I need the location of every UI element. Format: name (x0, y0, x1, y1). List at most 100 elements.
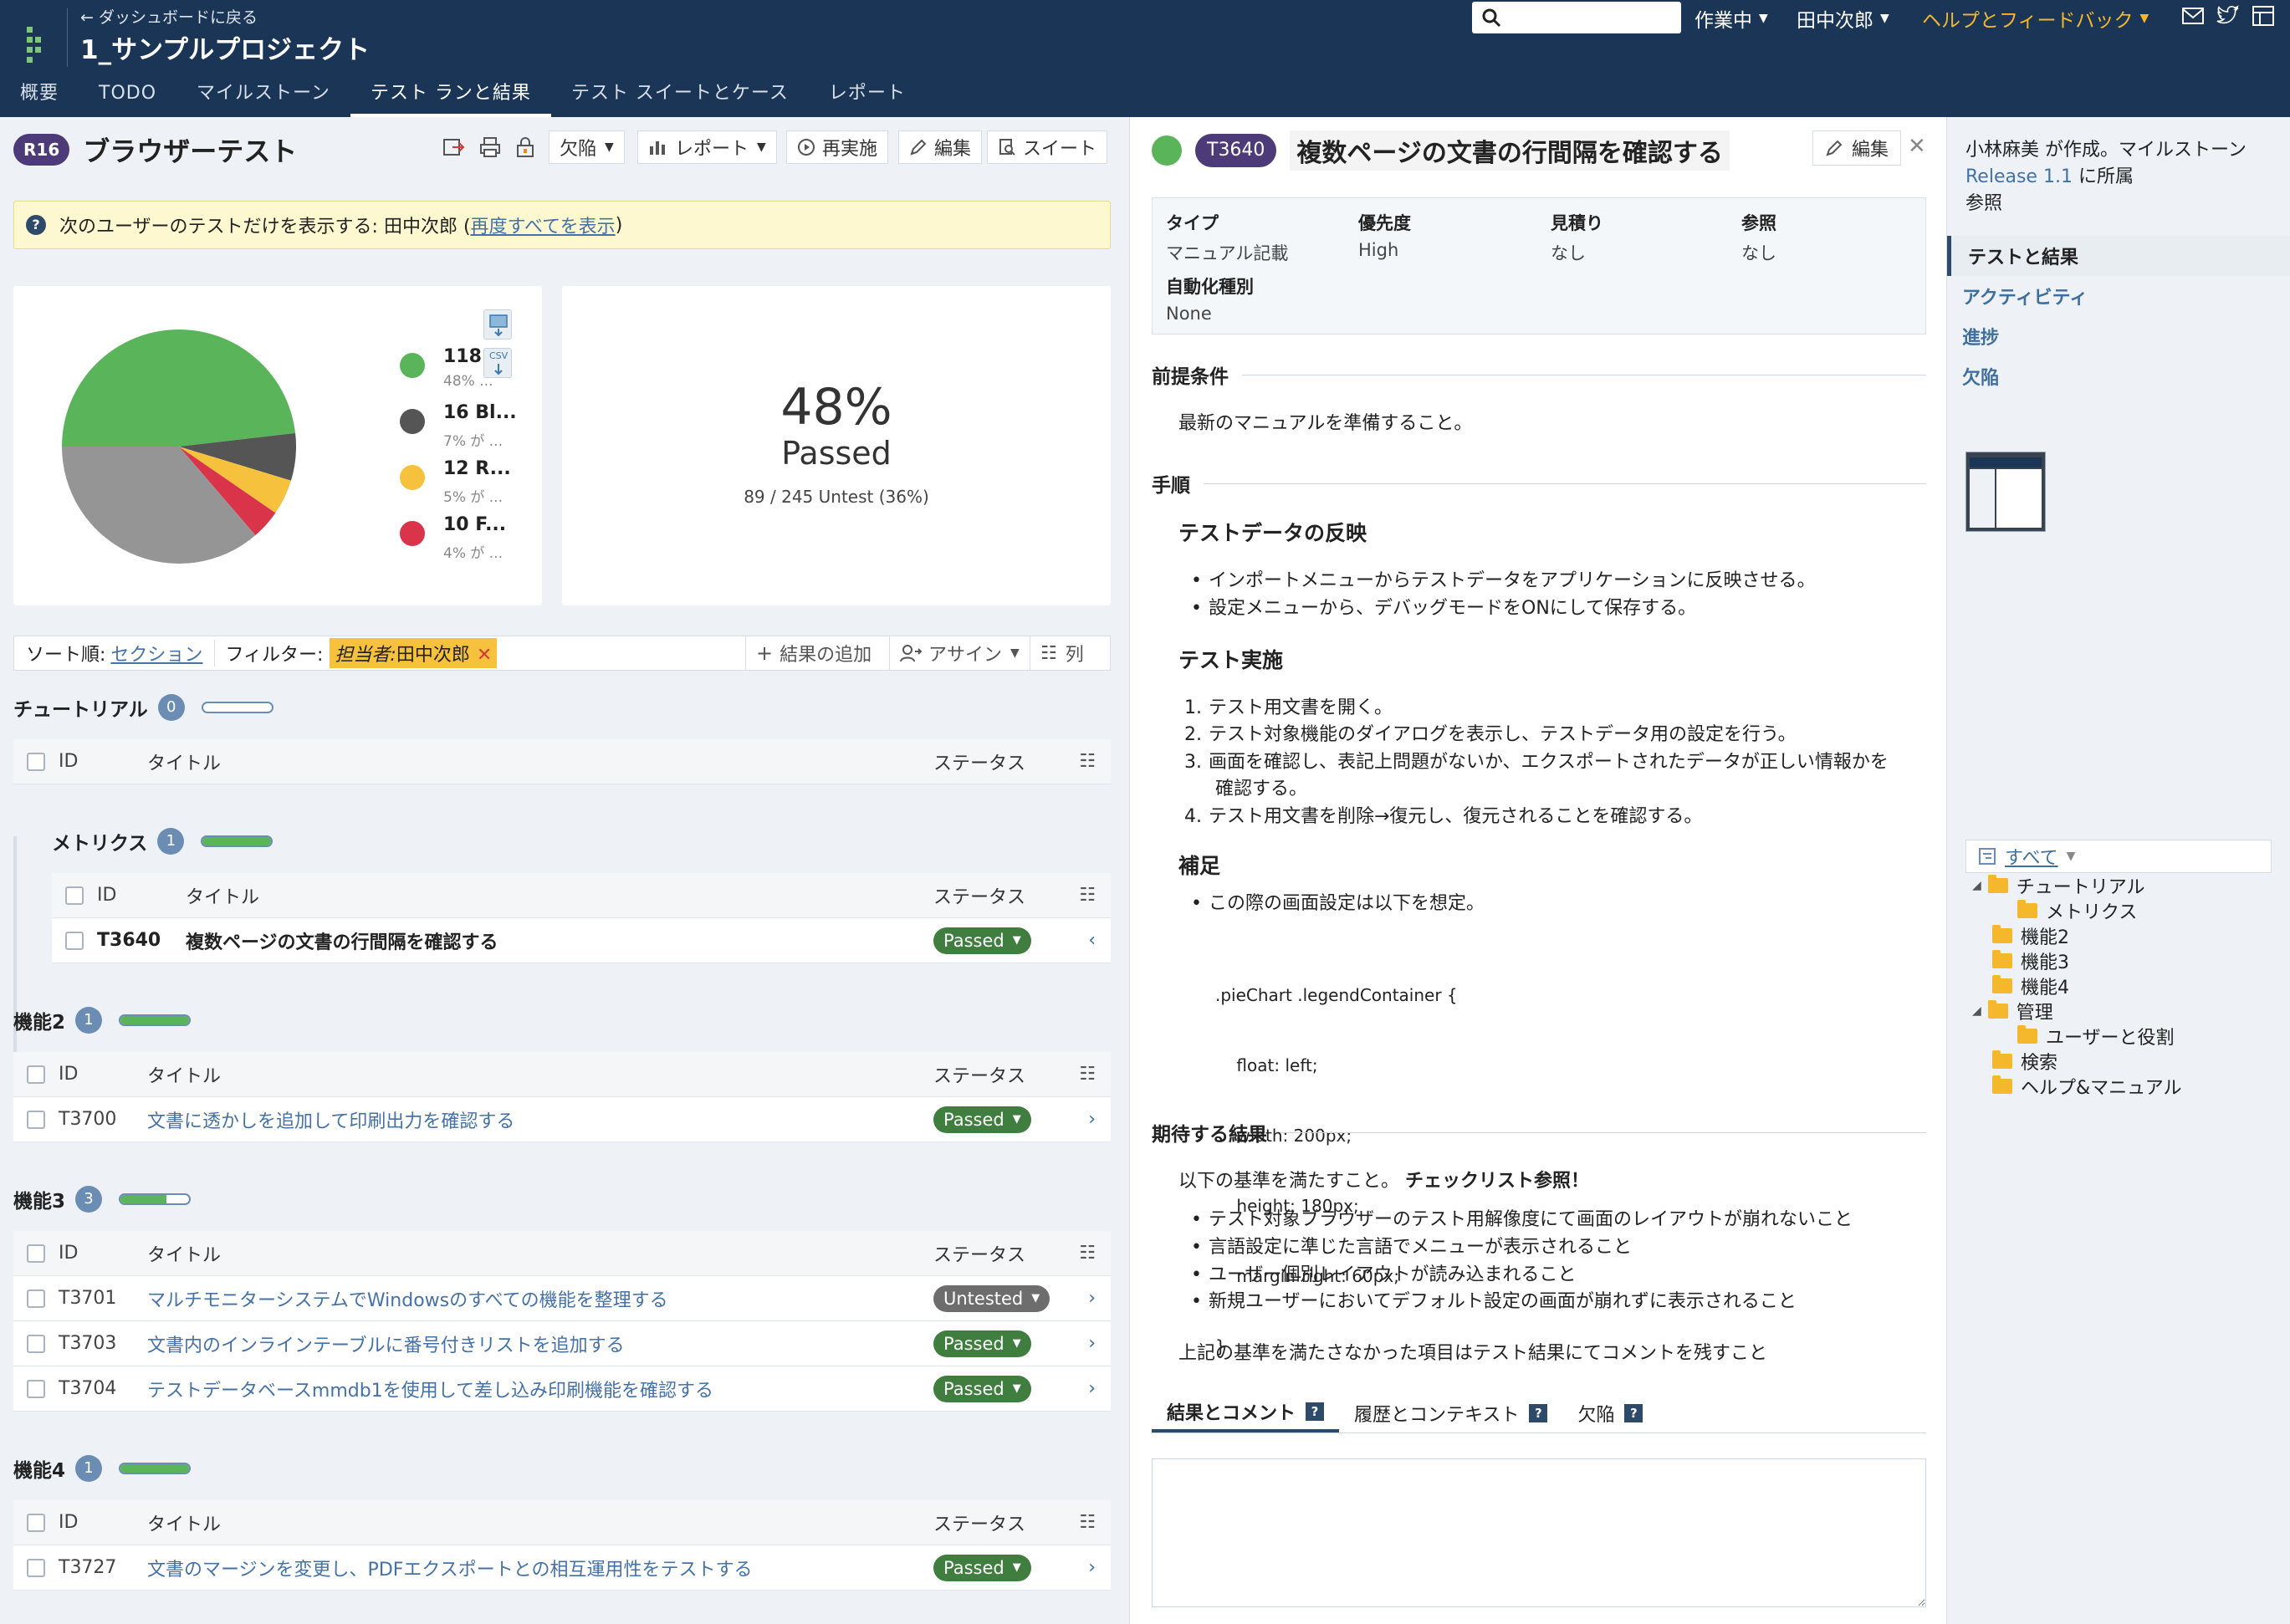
tree-node[interactable]: 検索 (1992, 1049, 2057, 1074)
section-header[interactable]: メトリクス 1 (52, 825, 273, 858)
remove-filter-icon[interactable]: ✕ (477, 645, 492, 666)
chevron-right-icon[interactable]: › (1088, 1288, 1096, 1309)
test-title-link[interactable]: 文書のマージンを変更し、PDFエクスポートとの相互運用性をテストする (147, 1555, 753, 1581)
tree-node[interactable]: メトリクス (2017, 898, 2137, 923)
column-options-icon[interactable]: ☷ (1079, 751, 1096, 772)
chevron-right-icon[interactable]: › (1088, 1333, 1096, 1354)
tab-todo[interactable]: TODO (79, 74, 176, 117)
section-header[interactable]: 機能3 3 (13, 1182, 192, 1216)
sidebar-item-defects[interactable]: 欠陥 (1947, 356, 2290, 396)
row-checkbox[interactable] (27, 1379, 45, 1398)
table-row[interactable]: T3701 マルチモニターシステムでWindowsのすべての機能を整理する Un… (13, 1276, 1111, 1321)
test-title[interactable]: 複数ページの文書の行間隔を確認する (186, 927, 498, 954)
milestone-link[interactable]: Release 1.1 (1965, 166, 2073, 187)
status-dropdown[interactable]: Passed ▼ (933, 1554, 1031, 1581)
table-row[interactable]: T3640 複数ページの文書の行間隔を確認する Passed ▼ ‹ (52, 918, 1111, 963)
tree-node[interactable]: ◢ チュートリアル (1972, 873, 2145, 898)
row-checkbox[interactable] (27, 1558, 45, 1577)
test-title-link[interactable]: テストデータベースmmdb1を使用して差し込み印刷機能を確認する (147, 1376, 713, 1402)
status-dropdown[interactable]: 作業中 ▼ (1694, 2, 1768, 35)
edit-run-button[interactable]: 編集 (898, 130, 983, 164)
help-icon[interactable]: ? (1529, 1404, 1548, 1422)
table-row[interactable]: T3703 文書内のインラインテーブルに番号付きリストを追加する Passed ▼… (13, 1321, 1111, 1366)
status-dropdown[interactable]: Passed ▼ (933, 1330, 1031, 1357)
suite-button[interactable]: スイート (987, 130, 1108, 164)
tree-node[interactable]: 機能3 (1992, 948, 2069, 973)
tree-node[interactable]: ヘルプ&マニュアル (1992, 1074, 2182, 1099)
collapse-triangle-icon[interactable]: ◢ (1972, 1004, 1981, 1018)
tree-node[interactable]: 機能2 (1992, 923, 2069, 948)
status-dropdown[interactable]: Passed ▼ (933, 927, 1031, 954)
show-all-link[interactable]: 再度すべてを表示 (471, 212, 616, 238)
print-icon[interactable] (478, 135, 502, 159)
row-checkbox[interactable] (27, 1110, 45, 1129)
row-checkbox[interactable] (27, 1334, 45, 1353)
pie-slice-0[interactable] (62, 329, 296, 447)
tab-defects[interactable]: 欠陥? (1562, 1394, 1658, 1432)
help-icon[interactable]: ? (1306, 1402, 1325, 1421)
section-header[interactable]: チュートリアル 0 (13, 691, 273, 724)
tree-node[interactable]: ◢ 管理 (1972, 998, 2053, 1024)
report-dropdown[interactable]: レポート ▼ (637, 130, 777, 164)
status-dropdown[interactable]: Passed ▼ (933, 1375, 1031, 1402)
column-options-icon[interactable]: ☷ (1079, 1512, 1096, 1533)
tab-milestones[interactable]: マイルストーン (176, 74, 350, 117)
test-title-link[interactable]: 文書内のインラインテーブルに番号付きリストを追加する (147, 1330, 625, 1357)
filter-chip[interactable]: 担当者:田中次郎 ✕ (330, 638, 498, 668)
sidebar-item-tests-results[interactable]: テストと結果 (1947, 236, 2290, 276)
table-row[interactable]: T3704 テストデータベースmmdb1を使用して差し込み印刷機能を確認する P… (13, 1366, 1111, 1412)
select-all-checkbox[interactable] (27, 1513, 45, 1532)
export-icon[interactable] (442, 135, 465, 159)
user-menu[interactable]: 田中次郎 ▼ (1797, 2, 1889, 35)
add-result-button[interactable]: + 結果の追加 (745, 636, 882, 670)
search-input[interactable] (1472, 2, 1681, 33)
help-feedback-menu[interactable]: ヘルプとフィードバック ▼ (1922, 2, 2149, 35)
test-title-link[interactable]: 文書に透かしを追加して印刷出力を確認する (147, 1106, 514, 1133)
tab-test-suites[interactable]: テスト スイートとケース (551, 74, 809, 117)
twitter-icon[interactable] (2216, 5, 2240, 25)
row-checkbox[interactable] (65, 931, 84, 950)
tab-overview[interactable]: 概要 (0, 74, 79, 117)
help-icon[interactable]: ? (1624, 1404, 1643, 1422)
rerun-button[interactable]: 再実施 (786, 130, 889, 164)
lock-icon[interactable] (514, 135, 537, 159)
sort-link[interactable]: セクション (110, 640, 202, 666)
tab-reports[interactable]: レポート (809, 74, 926, 117)
screenshot-thumbnail[interactable] (1965, 452, 2046, 532)
tab-test-runs[interactable]: テスト ランと結果 (350, 74, 551, 117)
columns-button[interactable]: ☷ 列 (1030, 636, 1094, 670)
select-all-checkbox[interactable] (27, 1065, 45, 1084)
column-options-icon[interactable]: ☷ (1079, 1064, 1096, 1085)
test-title-link[interactable]: マルチモニターシステムでWindowsのすべての機能を整理する (147, 1285, 668, 1312)
sidebar-item-activity[interactable]: アクティビティ (1947, 276, 2290, 316)
column-options-icon[interactable]: ☷ (1079, 1243, 1096, 1264)
tree-filter-dropdown[interactable]: すべて ▼ (1965, 840, 2272, 873)
export-csv-button[interactable]: CSV (483, 348, 512, 378)
column-options-icon[interactable]: ☷ (1079, 885, 1096, 906)
select-all-checkbox[interactable] (65, 886, 84, 905)
edit-test-button[interactable]: 編集 (1812, 130, 1902, 166)
chevron-right-icon[interactable]: › (1088, 1109, 1096, 1130)
layout-icon[interactable] (2252, 5, 2275, 27)
status-dropdown[interactable]: Untested ▼ (933, 1284, 1050, 1312)
status-dropdown[interactable]: Passed ▼ (933, 1106, 1031, 1133)
tree-node[interactable]: ユーザーと役割 (2017, 1024, 2175, 1049)
defects-dropdown[interactable]: 欠陥 ▼ (549, 130, 625, 164)
assign-dropdown[interactable]: アサイン ▼ (889, 636, 1030, 670)
sidebar-item-progress[interactable]: 進捗 (1947, 316, 2290, 356)
row-checkbox[interactable] (27, 1289, 45, 1308)
section-header[interactable]: 機能2 1 (13, 1004, 192, 1037)
testrail-logo-icon[interactable] (20, 18, 52, 77)
select-all-checkbox[interactable] (27, 1244, 45, 1263)
export-image-button[interactable] (483, 309, 512, 340)
select-all-checkbox[interactable] (27, 752, 45, 771)
table-row[interactable]: T3700 文書に透かしを追加して印刷出力を確認する Passed ▼ › (13, 1097, 1111, 1142)
comment-textarea[interactable] (1152, 1458, 1926, 1607)
tree-node[interactable]: 機能4 (1992, 973, 2069, 998)
section-header[interactable]: 機能4 1 (13, 1452, 192, 1485)
chevron-right-icon[interactable]: › (1088, 1557, 1096, 1578)
mail-icon[interactable] (2181, 7, 2205, 25)
back-to-dashboard-link[interactable]: ← ダッシュボードに戻る (80, 5, 258, 28)
chevron-right-icon[interactable]: › (1088, 1378, 1096, 1399)
tab-history-context[interactable]: 履歴とコンテキスト? (1339, 1394, 1562, 1432)
